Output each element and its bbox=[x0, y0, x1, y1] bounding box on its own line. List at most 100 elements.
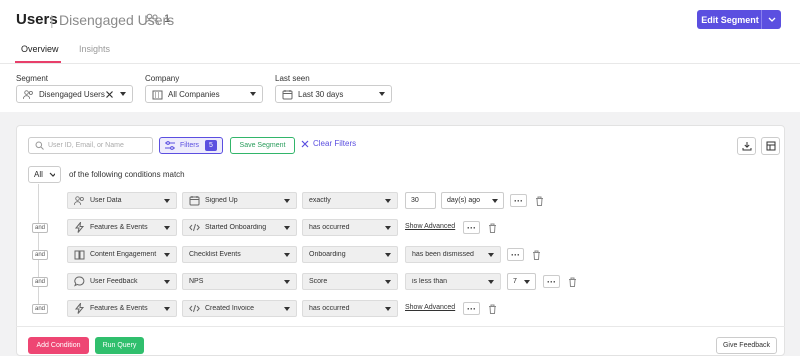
filters-count-badge: 5 bbox=[205, 140, 217, 151]
last-seen-filter-label: Last seen bbox=[275, 74, 310, 83]
more-options-button[interactable]: ··· bbox=[463, 302, 480, 315]
download-icon bbox=[742, 142, 751, 151]
caret-down-icon bbox=[284, 279, 290, 284]
show-advanced-link[interactable]: Show Advanced bbox=[405, 223, 455, 230]
clear-filters-label: Clear Filters bbox=[313, 139, 357, 148]
caret-down-icon bbox=[385, 306, 391, 311]
more-options-button[interactable]: ··· bbox=[463, 221, 480, 234]
filters-button[interactable]: Filters 5 bbox=[159, 137, 223, 154]
condition-event-value: NPS bbox=[189, 278, 204, 285]
condition-source-select[interactable]: User Data bbox=[67, 192, 177, 209]
caret-down-icon bbox=[164, 279, 170, 284]
more-options-button[interactable]: ··· bbox=[507, 248, 524, 261]
and-connector[interactable]: and bbox=[32, 250, 48, 260]
company-filter-label: Company bbox=[145, 74, 180, 83]
tab-insights[interactable]: Insights bbox=[79, 44, 110, 54]
more-options-button[interactable]: ··· bbox=[510, 194, 527, 207]
and-connector[interactable]: and bbox=[32, 223, 48, 233]
condition-operator-select[interactable]: has occurred bbox=[302, 219, 398, 236]
edit-segment-button[interactable]: Edit Segment bbox=[697, 10, 781, 29]
condition-value-input[interactable]: 30 bbox=[405, 192, 436, 209]
trash-icon[interactable] bbox=[532, 250, 541, 260]
code-icon bbox=[189, 223, 200, 232]
last-seen-select[interactable]: Last 30 days bbox=[275, 85, 392, 103]
caret-down-icon bbox=[379, 92, 385, 96]
chevron-down-icon bbox=[49, 172, 55, 177]
filters-label: Filters bbox=[180, 142, 200, 149]
condition-event-value: Started Onboarding bbox=[205, 224, 267, 231]
condition-operator-select[interactable]: has occurred bbox=[302, 300, 398, 317]
match-description: of the following conditions match bbox=[69, 170, 185, 179]
caret-down-icon bbox=[284, 225, 290, 230]
condition-operator-value: has occurred bbox=[309, 224, 350, 231]
search-input[interactable]: User ID, Email, or Name bbox=[28, 137, 153, 154]
caret-down-icon bbox=[524, 279, 530, 284]
header-divider bbox=[0, 63, 800, 64]
condition-source-value: User Data bbox=[90, 197, 122, 204]
add-condition-button[interactable]: Add Condition bbox=[28, 337, 89, 354]
caret-down-icon bbox=[250, 92, 256, 96]
save-segment-button[interactable]: Save Segment bbox=[230, 137, 295, 154]
condition-event-value: Signed Up bbox=[205, 197, 238, 204]
company-select[interactable]: All Companies bbox=[145, 85, 263, 103]
clear-filters-link[interactable]: Clear Filters bbox=[301, 139, 356, 148]
caret-down-icon bbox=[385, 279, 391, 284]
condition-source-value: Features & Events bbox=[90, 305, 148, 312]
condition-source-select[interactable]: Content Engagement bbox=[67, 246, 177, 263]
more-options-button[interactable]: ··· bbox=[543, 275, 560, 288]
caret-down-icon bbox=[284, 306, 290, 311]
and-connector[interactable]: and bbox=[32, 277, 48, 287]
condition-operator-select[interactable]: Score bbox=[302, 273, 398, 290]
calendar-icon bbox=[189, 196, 200, 206]
trash-icon[interactable] bbox=[488, 304, 497, 314]
tab-overview[interactable]: Overview bbox=[21, 44, 59, 54]
condition-operator-select[interactable]: Onboarding bbox=[302, 246, 398, 263]
segment-select-value: Disengaged Users bbox=[39, 89, 105, 99]
footer-divider bbox=[16, 326, 785, 327]
segment-count: 1 bbox=[164, 13, 171, 25]
condition-comparator-select[interactable]: is less than bbox=[405, 273, 501, 290]
users-icon bbox=[145, 13, 159, 25]
download-button[interactable] bbox=[737, 137, 756, 155]
building-icon bbox=[152, 90, 163, 99]
condition-event-select[interactable]: Checklist Events bbox=[182, 246, 297, 263]
search-icon bbox=[35, 141, 44, 150]
caret-down-icon bbox=[385, 225, 391, 230]
code-icon bbox=[189, 304, 200, 313]
segment-select[interactable]: Disengaged Users bbox=[16, 85, 133, 103]
title-separator: | bbox=[50, 12, 54, 28]
condition-event-select[interactable]: Started Onboarding bbox=[182, 219, 297, 236]
trash-icon[interactable] bbox=[535, 196, 544, 206]
condition-operator-select[interactable]: exactly bbox=[302, 192, 398, 209]
edit-segment-dropdown[interactable] bbox=[761, 10, 781, 29]
run-query-button[interactable]: Run Query bbox=[95, 337, 144, 354]
condition-source-value: User Feedback bbox=[90, 278, 138, 285]
trash-icon[interactable] bbox=[568, 277, 577, 287]
show-advanced-link[interactable]: Show Advanced bbox=[405, 304, 455, 311]
caret-down-icon bbox=[488, 252, 494, 257]
book-icon bbox=[74, 250, 85, 260]
condition-source-select[interactable]: User Feedback bbox=[67, 273, 177, 290]
query-builder-panel bbox=[16, 125, 785, 356]
segment-filter-label: Segment bbox=[16, 74, 49, 83]
score-value-select[interactable]: 7 bbox=[507, 273, 536, 290]
condition-source-select[interactable]: Features & Events bbox=[67, 300, 177, 317]
give-feedback-button[interactable]: Give Feedback bbox=[716, 337, 777, 354]
trash-icon[interactable] bbox=[488, 223, 497, 233]
and-connector[interactable]: and bbox=[32, 304, 48, 314]
condition-source-select[interactable]: Features & Events bbox=[67, 219, 177, 236]
match-mode-select[interactable]: All bbox=[28, 166, 61, 183]
close-icon bbox=[301, 140, 309, 147]
condition-event-select[interactable]: Created Invoice bbox=[182, 300, 297, 317]
caret-down-icon bbox=[385, 198, 391, 203]
condition-event-select[interactable]: NPS bbox=[182, 273, 297, 290]
calendar-icon bbox=[282, 89, 293, 99]
condition-unit-select[interactable]: day(s) ago bbox=[441, 192, 504, 209]
table-icon bbox=[766, 141, 775, 151]
condition-event-select[interactable]: Signed Up bbox=[182, 192, 297, 209]
match-mode-value: All bbox=[34, 170, 43, 179]
condition-tree-line bbox=[38, 184, 39, 312]
condition-value-select[interactable]: has been dismissed bbox=[405, 246, 501, 263]
clear-icon[interactable] bbox=[105, 90, 114, 99]
columns-button[interactable] bbox=[761, 137, 780, 155]
